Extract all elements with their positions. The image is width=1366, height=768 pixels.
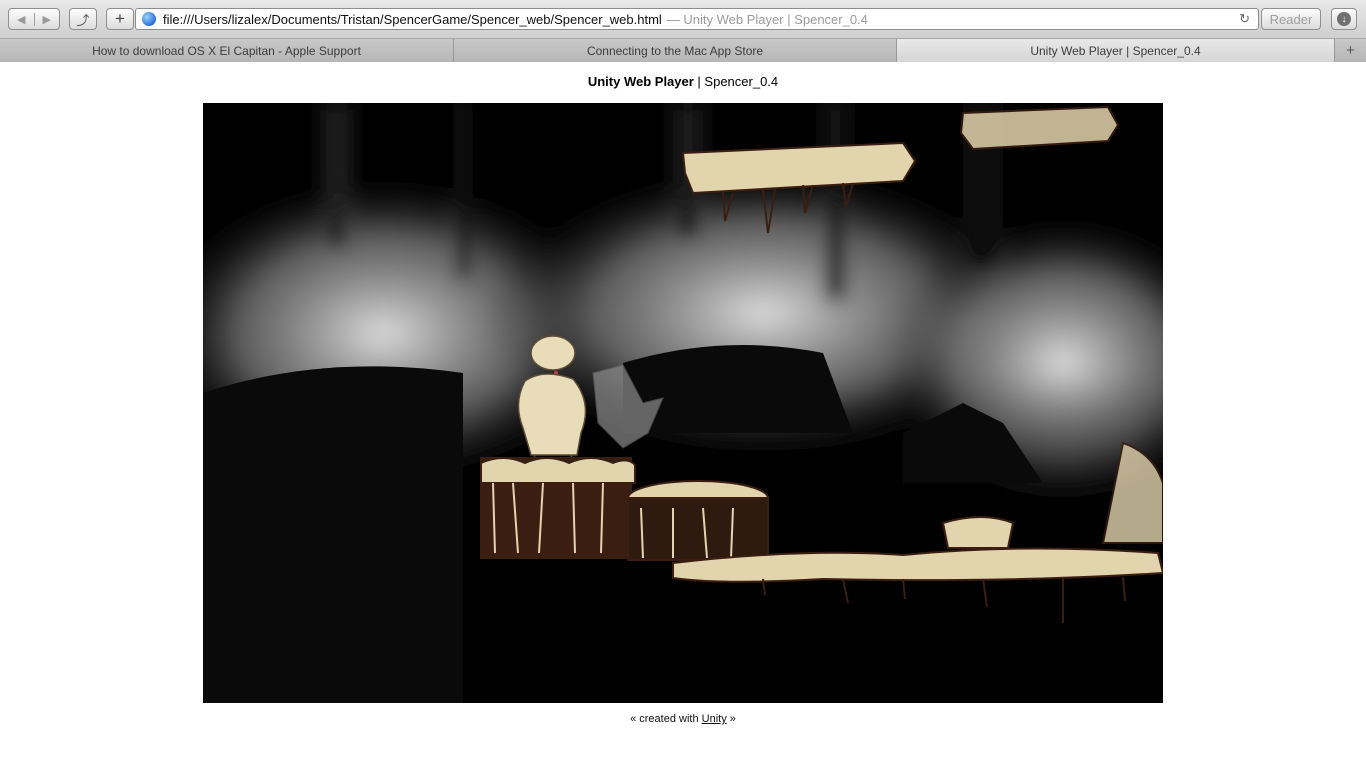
address-url[interactable]: file:///Users/lizalex/Documents/Tristan/… (163, 12, 662, 27)
reload-icon[interactable]: ↻ (1239, 11, 1250, 27)
downloads-button[interactable]: ↓ (1331, 8, 1357, 30)
reader-label: Reader (1269, 11, 1313, 27)
page-title: Unity Web Player | Spencer_0.4 (0, 74, 1366, 89)
page-footer: « created with Unity » (0, 713, 1366, 725)
address-bar[interactable]: file:///Users/lizalex/Documents/Tristan/… (135, 8, 1259, 30)
plus-icon: + (115, 9, 125, 28)
tab-unity-web-player[interactable]: Unity Web Player | Spencer_0.4 (897, 39, 1335, 62)
footer-prefix: « created with (630, 713, 702, 725)
reader-button[interactable]: Reader (1261, 8, 1321, 30)
game-scene (203, 103, 1163, 703)
globe-icon (142, 12, 156, 26)
share-icon: ⤴ (76, 12, 90, 28)
back-icon[interactable]: ◀ (9, 13, 34, 26)
page-title-separator: | (693, 74, 705, 89)
download-icon: ↓ (1337, 12, 1351, 26)
footer-suffix: » (726, 713, 736, 725)
address-page-title: — Unity Web Player | Spencer_0.4 (666, 11, 868, 27)
unity-link[interactable]: Unity (702, 713, 727, 725)
tab-mac-app-store[interactable]: Connecting to the Mac App Store (454, 39, 897, 62)
new-tab-button[interactable]: + (1335, 39, 1366, 62)
floating-log-right (959, 105, 1120, 151)
tab-label: Connecting to the Mac App Store (586, 43, 764, 58)
page-title-bold: Unity Web Player (587, 74, 694, 89)
unity-game-canvas[interactable] (203, 103, 1163, 703)
add-bookmark-button[interactable]: + (106, 8, 134, 30)
plus-icon: + (1346, 42, 1355, 59)
tab-bar: How to download OS X El Capitan - Apple … (0, 39, 1366, 62)
browser-toolbar: ◀ ▶ ⤴ + file:///Users/lizalex/Documents/… (0, 0, 1366, 39)
tab-label: Unity Web Player | Spencer_0.4 (1030, 43, 1201, 58)
tab-apple-support[interactable]: How to download OS X El Capitan - Apple … (0, 39, 454, 62)
share-button[interactable]: ⤴ (69, 8, 97, 30)
page-title-rest: Spencer_0.4 (704, 74, 779, 89)
forward-icon[interactable]: ▶ (33, 12, 60, 26)
tab-label: How to download OS X El Capitan - Apple … (92, 43, 361, 58)
back-forward-buttons[interactable]: ◀ ▶ (8, 8, 60, 30)
